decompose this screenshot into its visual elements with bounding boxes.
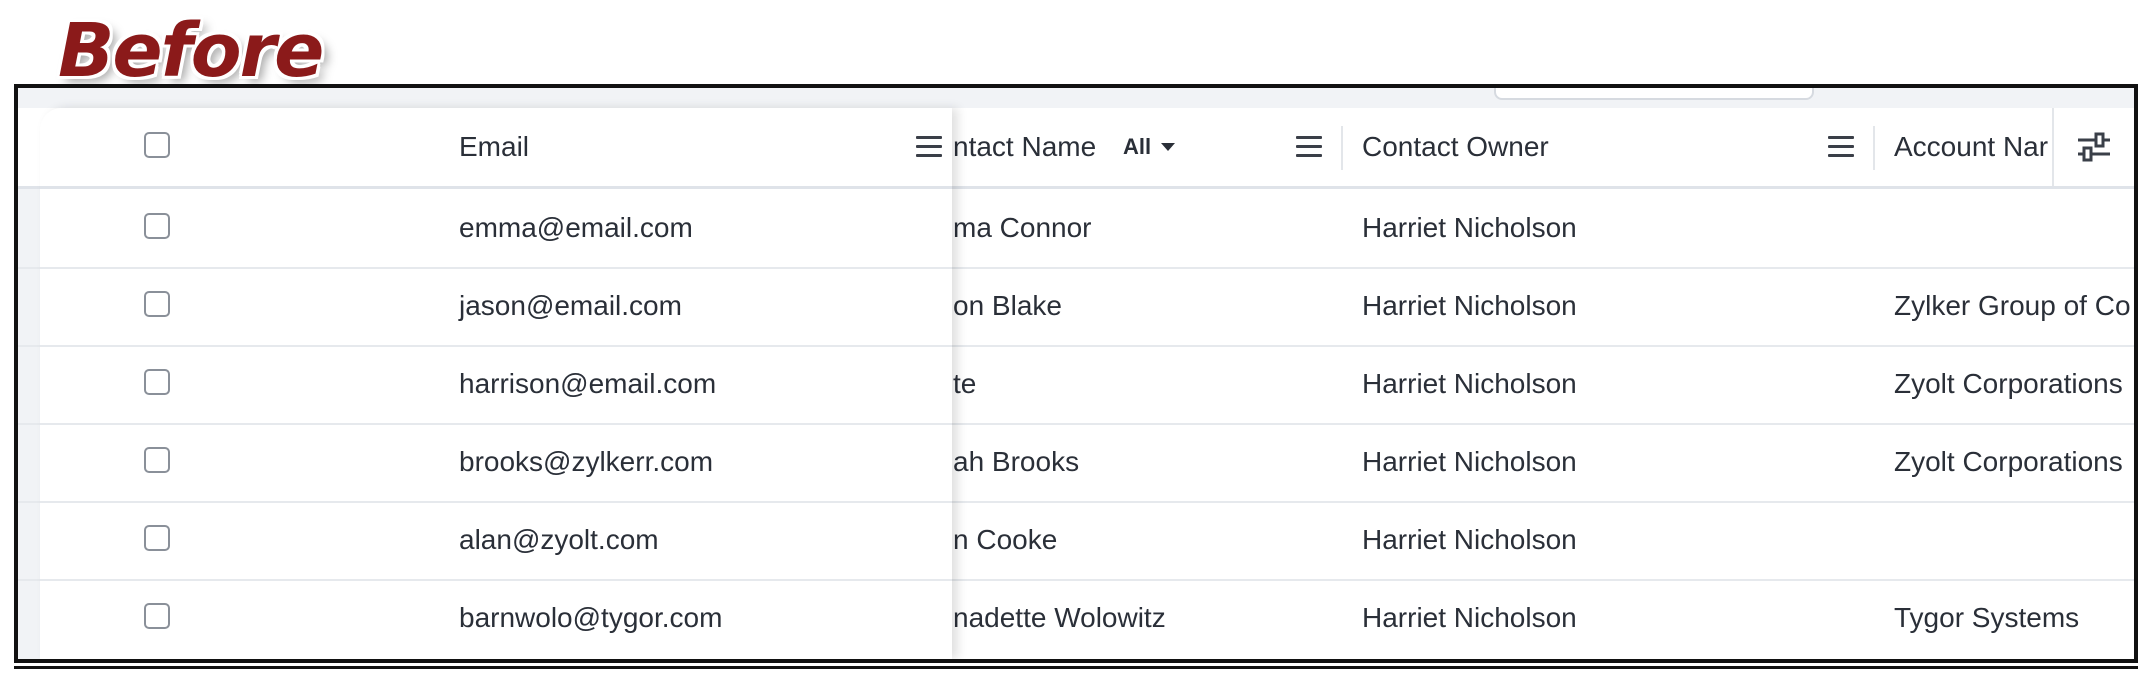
- column-resize-handle[interactable]: [1341, 126, 1343, 170]
- row-checkbox[interactable]: [144, 447, 170, 473]
- column-header-account-name[interactable]: Account Nar: [1894, 108, 2048, 186]
- filter-value: All: [1123, 134, 1152, 159]
- contact-owner-cell: Harriet Nicholson: [1362, 212, 1577, 243]
- sliders-icon: [2078, 132, 2110, 162]
- select-all-checkbox[interactable]: [144, 132, 170, 158]
- contact-owner-cell: Harriet Nicholson: [1362, 602, 1577, 633]
- contact-owner-cell: Harriet Nicholson: [1362, 446, 1577, 477]
- email-cell[interactable]: jason@email.com: [459, 267, 682, 345]
- hamburger-menu-icon[interactable]: [1296, 136, 1322, 158]
- frozen-header-row: Email: [40, 108, 952, 189]
- contact-name-cell[interactable]: nadette Wolowitz: [953, 579, 1166, 657]
- email-cell[interactable]: brooks@zylkerr.com: [459, 423, 713, 501]
- contact-owner-cell: Harriet Nicholson: [1362, 290, 1577, 321]
- hamburger-menu-icon[interactable]: [916, 136, 942, 158]
- contact-name-cell[interactable]: n Cooke: [953, 501, 1057, 579]
- email-cell[interactable]: emma@email.com: [459, 189, 693, 267]
- contact-name-cell[interactable]: ma Connor: [953, 189, 1092, 267]
- table-row[interactable]: harrison@email.com: [40, 345, 952, 425]
- column-settings-button[interactable]: [2052, 108, 2134, 186]
- account-name-cell[interactable]: Zylker Group of Co: [1894, 267, 2131, 345]
- account-name-cell[interactable]: Tygor Systems: [1894, 579, 2079, 657]
- account-name-cell[interactable]: Zyolt Corporations: [1894, 423, 2123, 501]
- table-row[interactable]: alan@zyolt.com: [40, 501, 952, 581]
- contact-name-cell[interactable]: ah Brooks: [953, 423, 1079, 501]
- table-row[interactable]: emma@email.com: [40, 189, 952, 269]
- row-checkbox[interactable]: [144, 369, 170, 395]
- column-header-contact-name[interactable]: ntact Name: [953, 108, 1096, 186]
- table-row[interactable]: jason@email.com: [40, 267, 952, 347]
- caret-down-icon: [1161, 143, 1176, 151]
- email-cell[interactable]: harrison@email.com: [459, 345, 716, 423]
- contacts-table: ntact Name All Contact Owner Account Nar…: [14, 84, 2138, 663]
- column-header-contact-owner[interactable]: Contact Owner: [1362, 108, 1549, 186]
- before-label: Before: [58, 8, 324, 94]
- contact-name-filter-dropdown[interactable]: All: [1123, 108, 1176, 186]
- row-checkbox[interactable]: [144, 213, 170, 239]
- table-row[interactable]: barnwolo@tygor.com: [40, 579, 952, 657]
- row-checkbox[interactable]: [144, 603, 170, 629]
- table-row[interactable]: brooks@zylkerr.com: [40, 423, 952, 503]
- frame-border-line: [14, 666, 2138, 669]
- contact-name-cell[interactable]: te: [953, 345, 976, 423]
- contact-owner-cell: Harriet Nicholson: [1362, 368, 1577, 399]
- row-checkbox[interactable]: [144, 525, 170, 551]
- email-cell[interactable]: alan@zyolt.com: [459, 501, 659, 579]
- row-checkbox[interactable]: [144, 291, 170, 317]
- contact-owner-cell: Harriet Nicholson: [1362, 524, 1577, 555]
- frozen-columns: Email emma@email.com jason@email.com har…: [40, 108, 952, 659]
- column-resize-handle[interactable]: [1873, 126, 1875, 170]
- hamburger-menu-icon[interactable]: [1828, 136, 1854, 158]
- email-cell[interactable]: barnwolo@tygor.com: [459, 579, 722, 657]
- column-header-email[interactable]: Email: [459, 108, 529, 186]
- contact-name-cell[interactable]: on Blake: [953, 267, 1062, 345]
- account-name-cell[interactable]: Zyolt Corporations: [1894, 345, 2123, 423]
